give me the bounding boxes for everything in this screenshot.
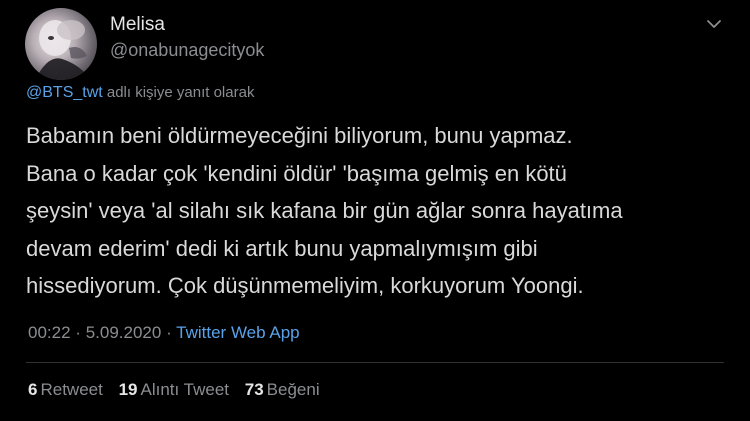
reply-context-label: adlı kişiye yanıt olarak: [106, 84, 255, 101]
meta-separator: ·: [75, 323, 81, 342]
reply-mention-link[interactable]: @BTS_twt: [26, 84, 103, 101]
likes-stat[interactable]: 73 Beğeni: [245, 380, 320, 399]
retweets-stat[interactable]: 6 Retweet: [28, 380, 103, 399]
quotes-stat[interactable]: 19 Alıntı Tweet: [119, 380, 229, 399]
divider: [26, 362, 724, 363]
tweet-text: Babamın beni öldürmeyeceğini biliyorum, …: [26, 123, 623, 298]
avatar-image: [35, 20, 91, 80]
avatar[interactable]: [25, 8, 97, 80]
meta-separator: ·: [166, 323, 172, 342]
tweet-date[interactable]: 5.09.2020: [86, 323, 162, 342]
quotes-label: Alıntı Tweet: [140, 380, 230, 399]
reply-context: @BTS_twt adlı kişiye yanıt olarak: [26, 84, 254, 102]
retweets-label: Retweet: [40, 380, 103, 399]
author-name[interactable]: Melisa: [110, 14, 165, 36]
tweet-time[interactable]: 00:22: [28, 323, 71, 342]
retweets-count: 6: [28, 380, 38, 399]
author-handle[interactable]: @onabunagecityok: [110, 40, 264, 61]
tweet-stats: 6 Retweet 19 Alıntı Tweet 73 Beğeni: [28, 380, 331, 400]
likes-label: Beğeni: [266, 380, 320, 399]
chevron-down-icon[interactable]: [706, 16, 722, 32]
quotes-count: 19: [118, 380, 138, 399]
tweet-source-app[interactable]: Twitter Web App: [176, 323, 299, 342]
likes-count: 73: [244, 380, 264, 399]
tweet-meta: 00:22 · 5.09.2020 · Twitter Web App: [28, 323, 300, 343]
